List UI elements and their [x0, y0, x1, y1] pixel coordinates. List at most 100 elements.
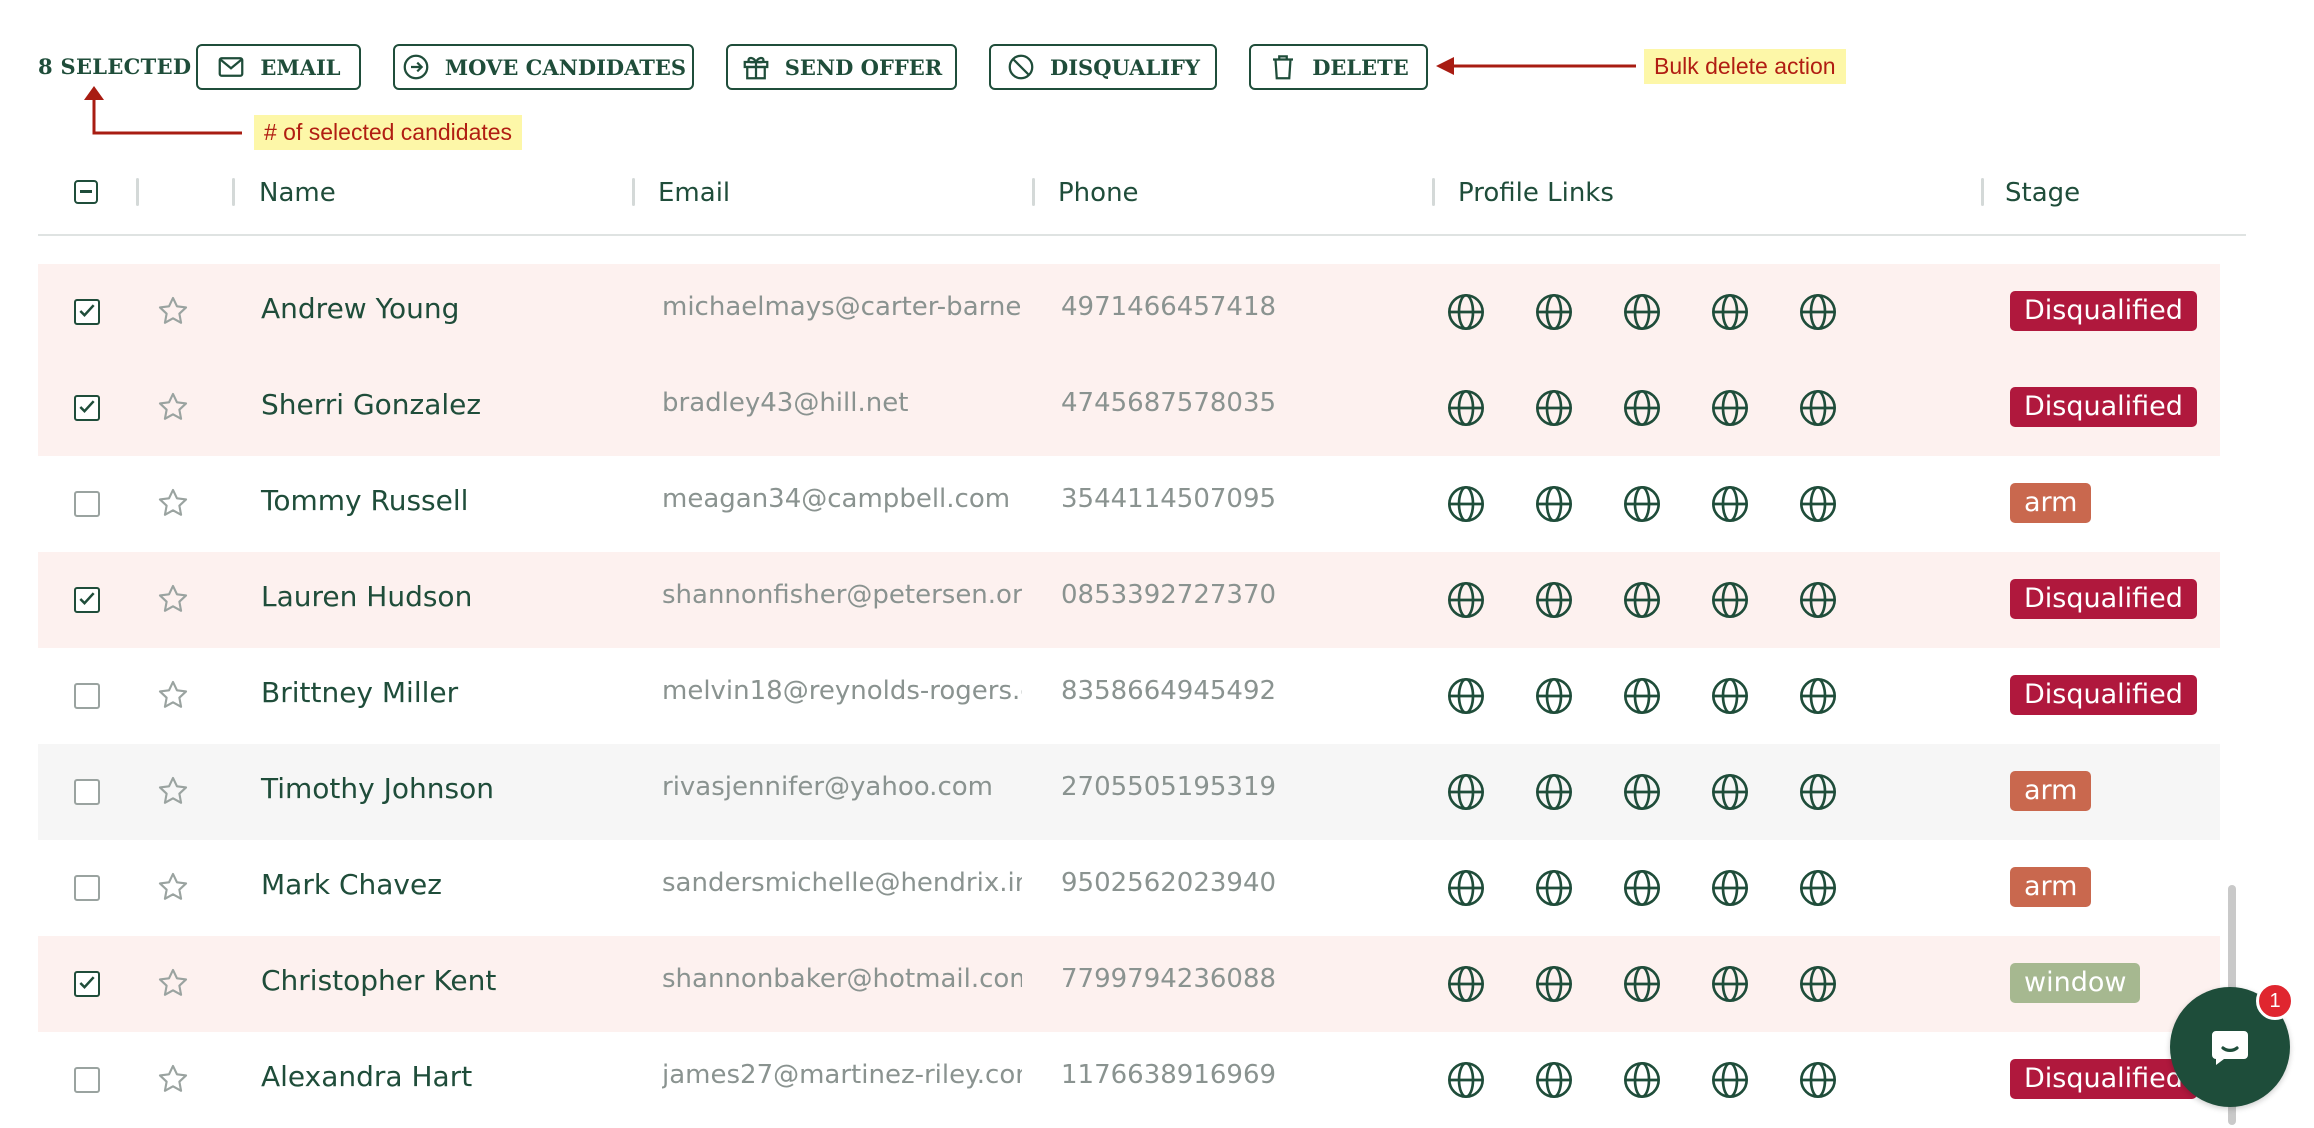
globe-icon[interactable] — [1710, 388, 1750, 428]
send-offer-button[interactable]: SEND OFFER — [726, 44, 957, 90]
globe-icon[interactable] — [1446, 772, 1486, 812]
delete-annotation: Bulk delete action — [1644, 49, 1846, 84]
globe-icon[interactable] — [1446, 1060, 1486, 1100]
globe-icon[interactable] — [1710, 772, 1750, 812]
globe-icon[interactable] — [1534, 1060, 1574, 1100]
globe-icon[interactable] — [1446, 868, 1486, 908]
row-checkbox[interactable] — [74, 299, 100, 325]
table-row[interactable]: Lauren Hudson shannonfisher@petersen.org… — [38, 552, 2220, 648]
row-checkbox[interactable] — [74, 395, 100, 421]
globe-icon[interactable] — [1710, 292, 1750, 332]
column-header-name[interactable]: Name — [259, 178, 336, 208]
column-divider[interactable] — [136, 178, 139, 206]
globe-icon[interactable] — [1446, 388, 1486, 428]
globe-icon[interactable] — [1622, 964, 1662, 1004]
column-divider[interactable] — [1432, 178, 1435, 206]
globe-icon[interactable] — [1798, 388, 1838, 428]
row-checkbox[interactable] — [74, 971, 100, 997]
globe-icon[interactable] — [1622, 292, 1662, 332]
globe-icon[interactable] — [1798, 1060, 1838, 1100]
star-icon[interactable] — [156, 870, 190, 904]
candidate-name[interactable]: Mark Chavez — [261, 868, 442, 901]
globe-icon[interactable] — [1798, 292, 1838, 332]
column-header-stage[interactable]: Stage — [2005, 178, 2080, 208]
globe-icon[interactable] — [1446, 292, 1486, 332]
table-row[interactable]: Alexandra Hart james27@martinez-riley.co… — [38, 1032, 2220, 1128]
candidate-name[interactable]: Tommy Russell — [261, 484, 468, 517]
globe-icon[interactable] — [1798, 580, 1838, 620]
email-button[interactable]: EMAIL — [196, 44, 361, 90]
table-row[interactable]: Timothy Johnson rivasjennifer@yahoo.com … — [38, 744, 2220, 840]
star-icon[interactable] — [156, 678, 190, 712]
star-icon[interactable] — [156, 294, 190, 328]
column-divider[interactable] — [232, 178, 235, 206]
row-checkbox[interactable] — [74, 587, 100, 613]
globe-icon[interactable] — [1798, 676, 1838, 716]
move-candidates-button[interactable]: MOVE CANDIDATES — [393, 44, 694, 90]
row-checkbox[interactable] — [74, 1067, 100, 1093]
globe-icon[interactable] — [1534, 388, 1574, 428]
star-icon[interactable] — [156, 486, 190, 520]
candidate-name[interactable]: Timothy Johnson — [261, 772, 494, 805]
globe-icon[interactable] — [1622, 388, 1662, 428]
globe-icon[interactable] — [1622, 484, 1662, 524]
star-icon[interactable] — [156, 390, 190, 424]
candidate-name[interactable]: Lauren Hudson — [261, 580, 472, 613]
globe-icon[interactable] — [1534, 676, 1574, 716]
column-divider[interactable] — [1981, 178, 1984, 206]
column-header-phone[interactable]: Phone — [1058, 178, 1139, 208]
globe-icon[interactable] — [1622, 676, 1662, 716]
column-header-profile-links[interactable]: Profile Links — [1458, 178, 1614, 208]
table-row[interactable]: Christopher Kent shannonbaker@hotmail.co… — [38, 936, 2220, 1032]
candidate-name[interactable]: Brittney Miller — [261, 676, 458, 709]
globe-icon[interactable] — [1622, 868, 1662, 908]
disqualify-label: DISQUALIFY — [1050, 54, 1200, 80]
delete-button[interactable]: DELETE — [1249, 44, 1428, 90]
star-icon[interactable] — [156, 1062, 190, 1096]
globe-icon[interactable] — [1710, 868, 1750, 908]
select-all-checkbox[interactable] — [74, 180, 98, 204]
star-icon[interactable] — [156, 582, 190, 616]
table-row[interactable]: Andrew Young michaelmays@carter-barnett … — [38, 264, 2220, 360]
column-divider[interactable] — [1032, 178, 1035, 206]
table-row[interactable]: Brittney Miller melvin18@reynolds-rogers… — [38, 648, 2220, 744]
globe-icon[interactable] — [1622, 772, 1662, 812]
globe-icon[interactable] — [1534, 292, 1574, 332]
globe-icon[interactable] — [1798, 964, 1838, 1004]
globe-icon[interactable] — [1798, 868, 1838, 908]
globe-icon[interactable] — [1534, 580, 1574, 620]
candidate-name[interactable]: Andrew Young — [261, 292, 459, 325]
globe-icon[interactable] — [1446, 580, 1486, 620]
candidate-name[interactable]: Sherri Gonzalez — [261, 388, 481, 421]
column-divider[interactable] — [632, 178, 635, 206]
disqualify-button[interactable]: DISQUALIFY — [989, 44, 1217, 90]
row-checkbox[interactable] — [74, 779, 100, 805]
globe-icon[interactable] — [1534, 964, 1574, 1004]
globe-icon[interactable] — [1534, 868, 1574, 908]
globe-icon[interactable] — [1534, 484, 1574, 524]
globe-icon[interactable] — [1798, 484, 1838, 524]
globe-icon[interactable] — [1622, 580, 1662, 620]
globe-icon[interactable] — [1446, 964, 1486, 1004]
globe-icon[interactable] — [1534, 772, 1574, 812]
star-icon[interactable] — [156, 966, 190, 1000]
table-row[interactable]: Mark Chavez sandersmichelle@hendrix.info… — [38, 840, 2220, 936]
table-row[interactable]: Tommy Russell meagan34@campbell.com 3544… — [38, 456, 2220, 552]
globe-icon[interactable] — [1622, 1060, 1662, 1100]
globe-icon[interactable] — [1710, 1060, 1750, 1100]
star-icon[interactable] — [156, 774, 190, 808]
candidate-name[interactable]: Christopher Kent — [261, 964, 496, 997]
row-checkbox[interactable] — [74, 875, 100, 901]
globe-icon[interactable] — [1446, 484, 1486, 524]
column-header-email[interactable]: Email — [658, 178, 730, 208]
globe-icon[interactable] — [1710, 484, 1750, 524]
globe-icon[interactable] — [1710, 964, 1750, 1004]
table-row[interactable]: Sherri Gonzalez bradley43@hill.net 47456… — [38, 360, 2220, 456]
globe-icon[interactable] — [1798, 772, 1838, 812]
candidate-name[interactable]: Alexandra Hart — [261, 1060, 472, 1093]
row-checkbox[interactable] — [74, 491, 100, 517]
globe-icon[interactable] — [1710, 580, 1750, 620]
globe-icon[interactable] — [1710, 676, 1750, 716]
row-checkbox[interactable] — [74, 683, 100, 709]
globe-icon[interactable] — [1446, 676, 1486, 716]
